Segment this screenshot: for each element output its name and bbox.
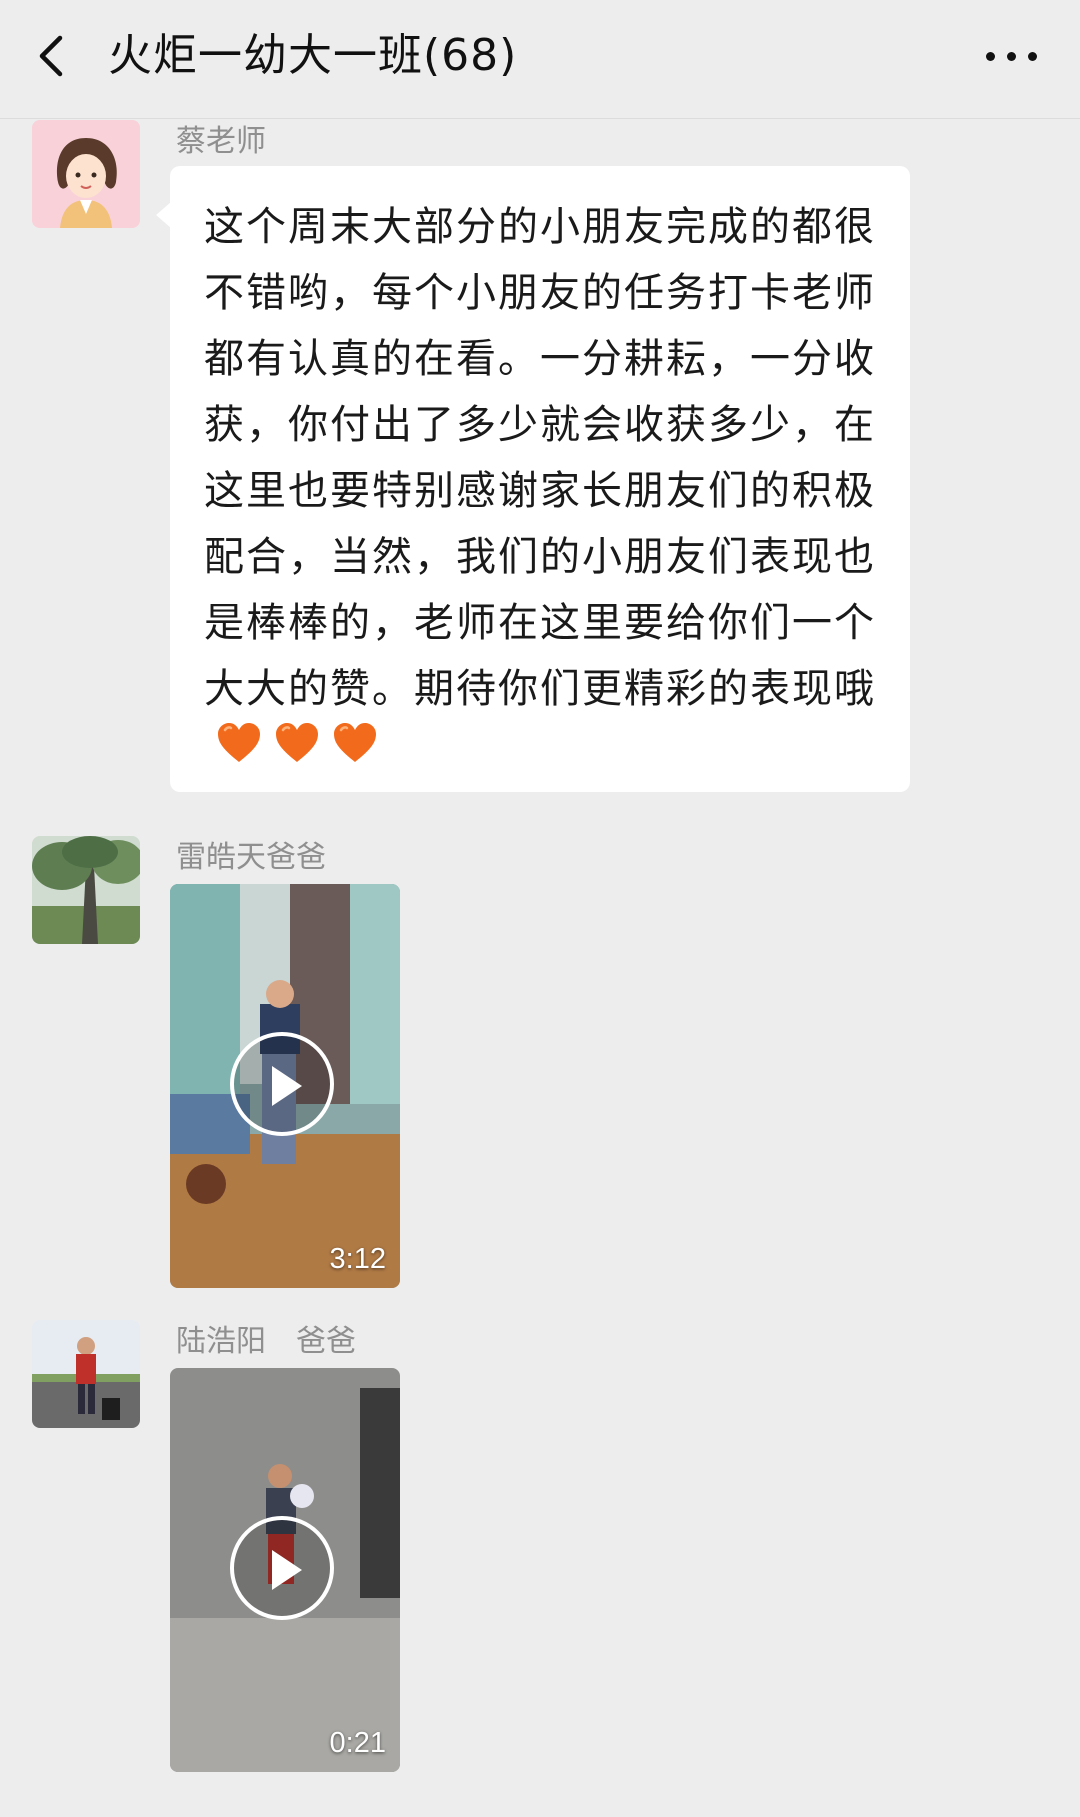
video-duration: 3:12 bbox=[329, 1243, 386, 1275]
orange-heart-icon bbox=[274, 722, 320, 764]
sender-name: 雷皓天爸爸 bbox=[176, 840, 326, 875]
video-duration: 0:21 bbox=[329, 1727, 386, 1759]
video-message[interactable]: 0:21 bbox=[170, 1368, 400, 1772]
message-text: 这个周末大部分的小朋友完成的都很不错哟，每个小朋友的任务打卡老师都有认真的在看。… bbox=[204, 204, 876, 712]
message-bubble[interactable]: 这个周末大部分的小朋友完成的都很不错哟，每个小朋友的任务打卡老师都有认真的在看。… bbox=[156, 166, 910, 792]
play-icon[interactable] bbox=[230, 1032, 334, 1136]
orange-heart-icon bbox=[332, 722, 378, 764]
video-message[interactable]: 3:12 bbox=[170, 884, 400, 1288]
avatar[interactable] bbox=[32, 836, 140, 944]
sender-name: 蔡老师 bbox=[176, 124, 266, 159]
chevron-left-icon[interactable] bbox=[30, 26, 80, 86]
avatar[interactable] bbox=[32, 120, 140, 228]
sender-name: 陆浩阳 爸爸 bbox=[176, 1324, 356, 1359]
chat-header: 火炬一幼大一班(68) bbox=[0, 0, 1080, 119]
more-dots-icon[interactable] bbox=[982, 46, 1042, 66]
play-icon[interactable] bbox=[230, 1516, 334, 1620]
chat-title: 火炬一幼大一班(68) bbox=[108, 30, 518, 81]
orange-heart-icon bbox=[216, 722, 262, 764]
avatar[interactable] bbox=[32, 1320, 140, 1428]
